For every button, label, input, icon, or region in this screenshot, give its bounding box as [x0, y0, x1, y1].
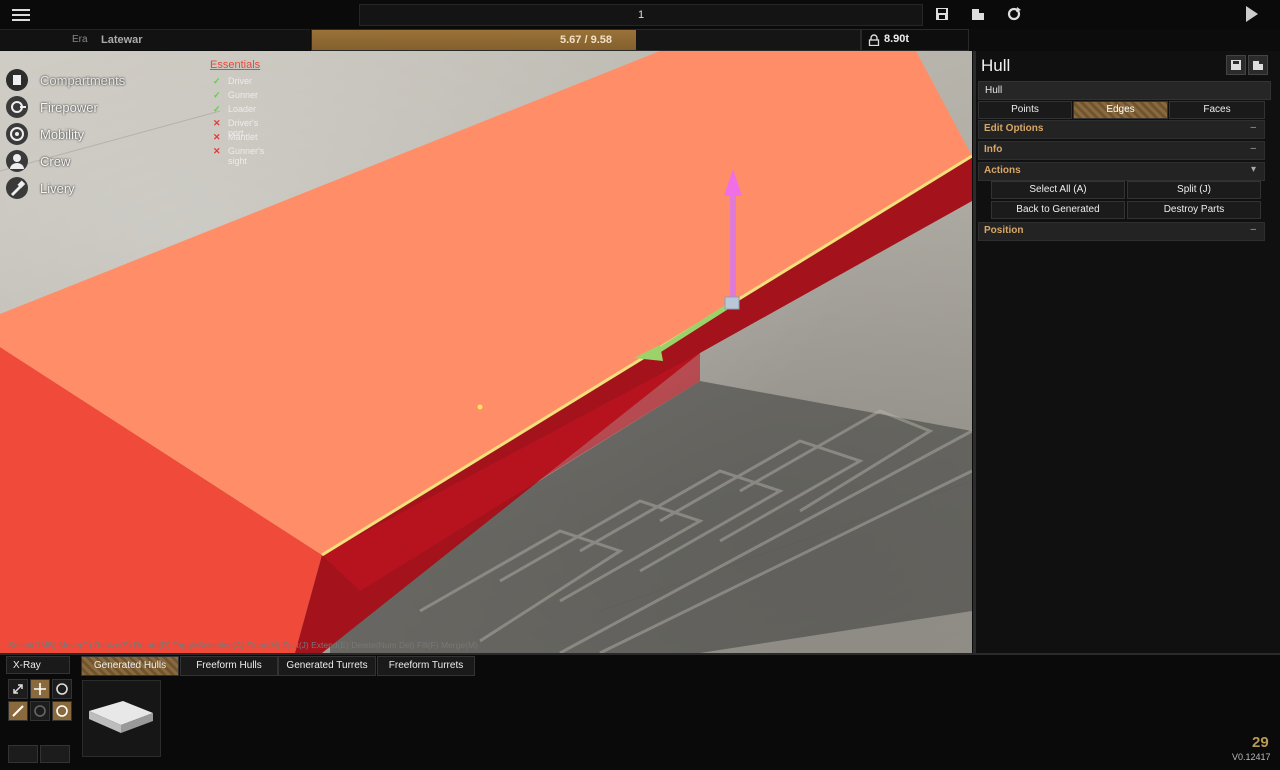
era-bar[interactable]: Era Latewar	[0, 29, 310, 50]
vehicle-name-field[interactable]: 1	[359, 4, 923, 26]
mobility-icon	[6, 123, 28, 145]
check-icon: ✓	[213, 90, 221, 100]
split-button[interactable]: Split (J)	[1127, 181, 1261, 199]
era-value[interactable]: Latewar	[101, 34, 143, 46]
cross-icon: ✕	[213, 118, 221, 128]
hull-name-field[interactable]: Hull	[978, 81, 1271, 100]
move-tool-icon[interactable]	[30, 679, 50, 699]
tab-generated-hulls[interactable]: Generated Hulls	[81, 656, 179, 676]
category-label: Livery	[40, 181, 75, 196]
section-edit-options[interactable]: Edit Options –	[978, 120, 1265, 139]
refresh-icon[interactable]	[1006, 6, 1022, 22]
cost-progress-bar: 5.67 / 9.58	[311, 29, 861, 51]
category-label: Crew	[40, 154, 71, 169]
panel-load-icon[interactable]	[1248, 55, 1268, 75]
category-livery[interactable]: Livery	[6, 177, 206, 201]
category-label: Firepower	[40, 100, 98, 115]
mode-tab-edges[interactable]: Edges	[1073, 101, 1168, 119]
tab-freeform-hulls[interactable]: Freeform Hulls	[180, 656, 278, 676]
destroy-parts-button[interactable]: Destroy Parts	[1127, 201, 1261, 219]
hull-panel: Hull Hull Points Edges Faces Edit Option…	[973, 51, 1280, 653]
tab-generated-turrets[interactable]: Generated Turrets	[278, 656, 376, 676]
section-info[interactable]: Info –	[978, 141, 1265, 160]
cost-text: 5.67 / 9.58	[560, 34, 612, 46]
redo-icon[interactable]	[40, 745, 70, 763]
collapse-icon: –	[1250, 122, 1256, 133]
play-icon[interactable]	[1246, 6, 1258, 22]
livery-icon	[6, 177, 28, 199]
firepower-icon	[6, 96, 28, 118]
top-bar: 1	[0, 0, 1280, 29]
category-label: Mobility	[40, 127, 85, 142]
cross-icon: ✕	[213, 146, 221, 156]
undo-icon[interactable]	[8, 745, 38, 763]
category-crew[interactable]: Crew	[6, 150, 206, 174]
crew-icon	[6, 150, 28, 172]
category-compartments[interactable]: Compartments	[6, 69, 206, 93]
check-icon: ✓	[213, 104, 221, 114]
tab-freeform-turrets[interactable]: Freeform Turrets	[377, 656, 475, 676]
section-position[interactable]: Position –	[978, 222, 1265, 241]
collapse-icon: –	[1250, 224, 1256, 235]
xray-toggle[interactable]: X-Ray	[6, 656, 70, 674]
menu-icon[interactable]	[12, 6, 30, 22]
expand-icon: ▾	[1250, 164, 1256, 175]
era-label: Era	[72, 34, 88, 45]
panel-title: Hull	[981, 56, 1011, 75]
shortcut-hints: Select(RMB) Move(G) Resize(S) Rotate(R) …	[8, 640, 478, 650]
center-point	[477, 404, 483, 410]
essentials-title: Essentials	[210, 59, 261, 71]
category-label: Compartments	[40, 73, 126, 88]
mode-tab-faces[interactable]: Faces	[1169, 101, 1265, 119]
collapse-icon: –	[1250, 143, 1256, 154]
save-icon[interactable]	[934, 6, 950, 22]
compartments-icon	[6, 69, 28, 91]
resize-tool-icon[interactable]	[8, 679, 28, 699]
weight-icon	[868, 34, 880, 46]
panel-save-icon[interactable]	[1226, 55, 1246, 75]
hull-preset-thumbnail[interactable]	[82, 680, 161, 757]
category-mobility[interactable]: Mobility	[6, 123, 206, 147]
snap-tool-icon[interactable]	[8, 701, 28, 721]
local-space-icon[interactable]	[52, 701, 72, 721]
cross-icon: ✕	[213, 132, 221, 142]
weight-display: 8.90t	[861, 29, 969, 51]
category-firepower[interactable]: Firepower	[6, 96, 206, 120]
frame-counter: 29	[1252, 734, 1269, 751]
rotate-tool-icon[interactable]	[52, 679, 72, 699]
mode-tab-points[interactable]: Points	[978, 101, 1072, 119]
select-all-button[interactable]: Select All (A)	[991, 181, 1125, 199]
grid-tool-icon[interactable]	[30, 701, 50, 721]
section-actions[interactable]: Actions ▾	[978, 162, 1265, 181]
check-icon: ✓	[213, 76, 221, 86]
back-to-generated-button[interactable]: Back to Generated	[991, 201, 1125, 219]
weight-value: 8.90t	[884, 33, 910, 45]
load-icon[interactable]	[970, 6, 986, 22]
version-label: V0.12417	[1232, 752, 1271, 762]
